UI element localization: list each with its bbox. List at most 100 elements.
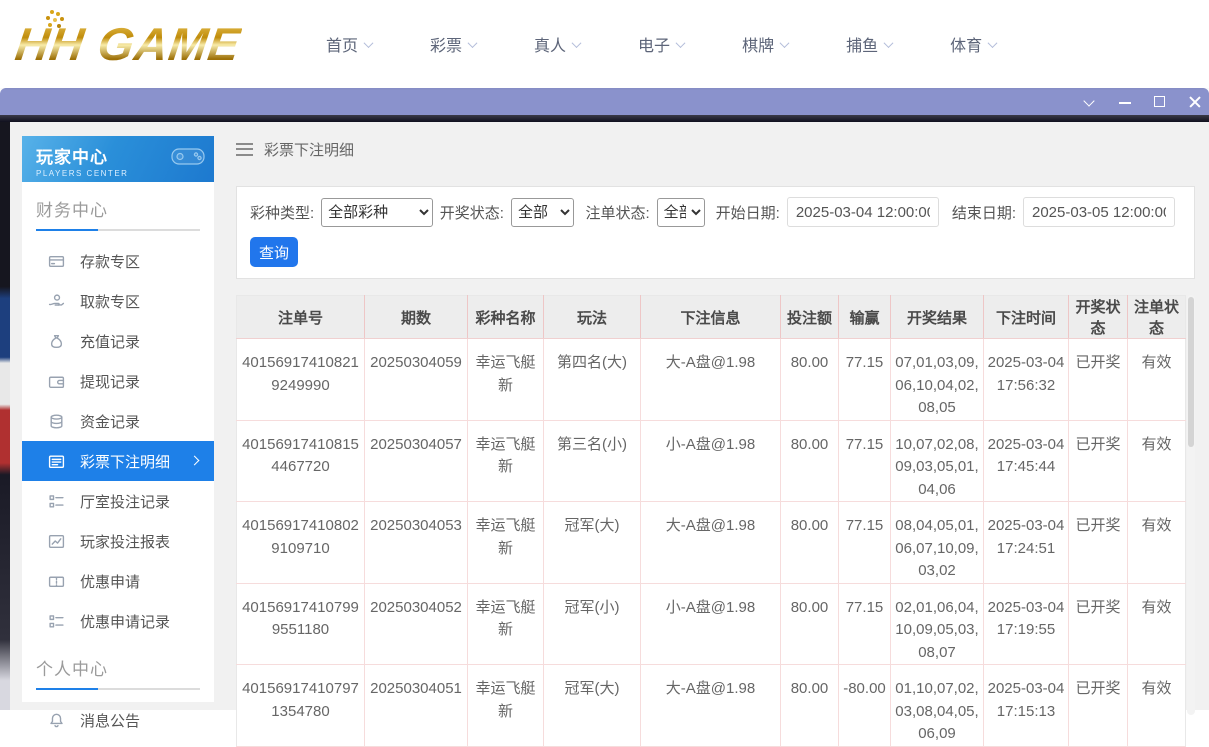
cell-bet-time: 2025-03-04 17:45:44 [984, 420, 1069, 502]
cell-bet-amount: 80.00 [781, 502, 839, 584]
maximize-button[interactable] [1152, 94, 1168, 110]
cell-period: 20250304059 [365, 339, 468, 421]
draw-status-label: 开奖状态: [440, 202, 504, 223]
cell-bet-amount: 80.00 [781, 665, 839, 747]
nav-item-slots[interactable]: 电子 [630, 26, 692, 62]
nav-item-sports[interactable]: 体育 [942, 26, 1004, 62]
sidebar-item-deposit-zone[interactable]: 存款专区 [36, 241, 200, 281]
cell-order-no: 401569174107971354780 [237, 665, 365, 747]
sidebar-item-lottery-bet-details[interactable]: 彩票下注明细 [22, 441, 214, 481]
draw-status-select[interactable]: 全部 [511, 198, 575, 227]
cell-bet-time: 2025-03-04 17:24:51 [984, 502, 1069, 584]
nav-item-home[interactable]: 首页 [318, 26, 380, 62]
sidebar-item-label: 厅室投注记录 [80, 491, 170, 512]
column-header-bet-info: 下注信息 [641, 296, 781, 339]
ticket-list-icon [48, 453, 65, 470]
sidebar: 玩家中心 PLAYERS CENTER 财务中心存款专区取款专区充值记录提现记录… [22, 136, 214, 702]
cell-draw-status: 已开奖 [1069, 502, 1128, 584]
sidebar-item-promo-apply-records[interactable]: 优惠申请记录 [36, 601, 200, 641]
close-button[interactable] [1187, 94, 1203, 110]
cell-play-type: 冠军(大) [544, 665, 641, 747]
nav-item-label: 首页 [326, 32, 358, 56]
chevron-down-icon [572, 38, 582, 48]
sidebar-item-funds-records[interactable]: 资金记录 [36, 401, 200, 441]
window-dropdown-button[interactable] [1082, 94, 1098, 110]
sidebar-item-withdraw-records[interactable]: 提现记录 [36, 361, 200, 401]
cell-play-type: 冠军(大) [544, 502, 641, 584]
nav-item-live[interactable]: 真人 [526, 26, 588, 62]
sidebar-menu: 财务中心存款专区取款专区充值记录提现记录资金记录彩票下注明细厅室投注记录玩家投注… [22, 196, 214, 740]
cell-lottery-name: 幸运飞艇新 [468, 502, 544, 584]
cell-draw-status: 已开奖 [1069, 420, 1128, 502]
sidebar-item-label: 提现记录 [80, 371, 140, 392]
chevron-down-icon [1083, 95, 1094, 106]
chevron-down-icon [676, 38, 686, 48]
chevron-down-icon [780, 38, 790, 48]
cell-play-type: 第三名(小) [544, 420, 641, 502]
bet-details-table: 注单号期数彩种名称玩法下注信息投注额输赢开奖结果下注时间开奖状态注单状态 401… [236, 295, 1186, 747]
sidebar-item-player-bet-report[interactable]: 玩家投注报表 [36, 521, 200, 561]
sidebar-item-room-bet-records[interactable]: 厅室投注记录 [36, 481, 200, 521]
chevron-down-icon [468, 38, 478, 48]
sidebar-item-promo-apply[interactable]: 优惠申请 [36, 561, 200, 601]
nav-item-fishing[interactable]: 捕鱼 [838, 26, 900, 62]
list-icon [48, 613, 65, 630]
start-date-input[interactable] [787, 197, 939, 227]
nav-item-label: 真人 [534, 32, 566, 56]
sidebar-item-label: 存款专区 [80, 251, 140, 272]
sidebar-item-label: 玩家投注报表 [80, 531, 170, 552]
top-nav: 首页 彩票 真人 电子 棋牌 捕鱼 体育 [318, 0, 1004, 88]
cell-order-no: 401569174107999551180 [237, 583, 365, 665]
cell-draw-result: 08,04,05,01,06,07,10,09,03,02 [891, 502, 984, 584]
end-date-label: 结束日期: [952, 202, 1016, 223]
cell-bet-info: 大-A盘@1.98 [641, 665, 781, 747]
order-status-label: 注单状态: [585, 202, 649, 223]
cell-draw-result: 10,07,02,08,09,03,05,01,04,06 [891, 420, 984, 502]
cell-draw-status: 已开奖 [1069, 583, 1128, 665]
cell-lottery-name: 幸运飞艇新 [468, 583, 544, 665]
coupon-icon [48, 573, 65, 590]
table-header-row: 注单号期数彩种名称玩法下注信息投注额输赢开奖结果下注时间开奖状态注单状态 [237, 296, 1186, 339]
cell-win-loss: 77.15 [839, 502, 891, 584]
cell-lottery-name: 幸运飞艇新 [468, 665, 544, 747]
cell-lottery-name: 幸运飞艇新 [468, 339, 544, 421]
lottery-type-select[interactable]: 全部彩种 [321, 198, 433, 227]
sidebar-item-label: 充值记录 [80, 331, 140, 352]
table-row: 40156917410815446772020250304057幸运飞艇新第三名… [237, 420, 1186, 502]
logo-sparkle-decoration [50, 10, 54, 14]
report-icon [48, 533, 65, 550]
maximize-icon [1154, 96, 1165, 107]
order-status-select[interactable]: 全部 [657, 198, 705, 227]
menu-toggle-icon[interactable] [236, 143, 253, 156]
window-titlebar [0, 88, 1209, 115]
nav-item-lottery[interactable]: 彩票 [422, 26, 484, 62]
cell-win-loss: 77.15 [839, 420, 891, 502]
list-icon [48, 493, 65, 510]
player-center-window: 玩家中心 PLAYERS CENTER 财务中心存款专区取款专区充值记录提现记录… [10, 122, 1209, 710]
vertical-scrollbar[interactable] [1187, 295, 1195, 715]
main-content: 彩票下注明细 彩种类型: 全部彩种 开奖状态: 全部 注单状态: 全部 开始日期… [236, 136, 1195, 710]
section-divider [36, 688, 200, 690]
page-title: 彩票下注明细 [264, 139, 354, 160]
sidebar-item-announcements[interactable]: 消息公告 [36, 700, 200, 740]
cell-draw-result: 02,01,06,04,10,09,05,03,08,07 [891, 583, 984, 665]
cell-bet-info: 大-A盘@1.98 [641, 339, 781, 421]
scrollbar-thumb[interactable] [1188, 297, 1194, 447]
column-header-draw-status: 开奖状态 [1069, 296, 1128, 339]
sidebar-item-recharge-records[interactable]: 充值记录 [36, 321, 200, 361]
sidebar-item-withdraw-zone[interactable]: 取款专区 [36, 281, 200, 321]
cell-period: 20250304057 [365, 420, 468, 502]
cell-draw-status: 已开奖 [1069, 339, 1128, 421]
end-date-input[interactable] [1023, 197, 1175, 227]
section-divider [36, 229, 200, 231]
nav-item-boardgames[interactable]: 棋牌 [734, 26, 796, 62]
table-row: 40156917410802910971020250304053幸运飞艇新冠军(… [237, 502, 1186, 584]
sidebar-item-label: 消息公告 [80, 710, 140, 731]
minimize-button[interactable] [1117, 94, 1133, 110]
bell-icon [48, 712, 65, 729]
minimize-icon [1119, 102, 1131, 104]
breadcrumb: 彩票下注明细 [236, 136, 1195, 162]
sidebar-item-label: 彩票下注明细 [80, 451, 170, 472]
query-button[interactable]: 查询 [250, 237, 298, 267]
nav-item-label: 捕鱼 [846, 32, 878, 56]
